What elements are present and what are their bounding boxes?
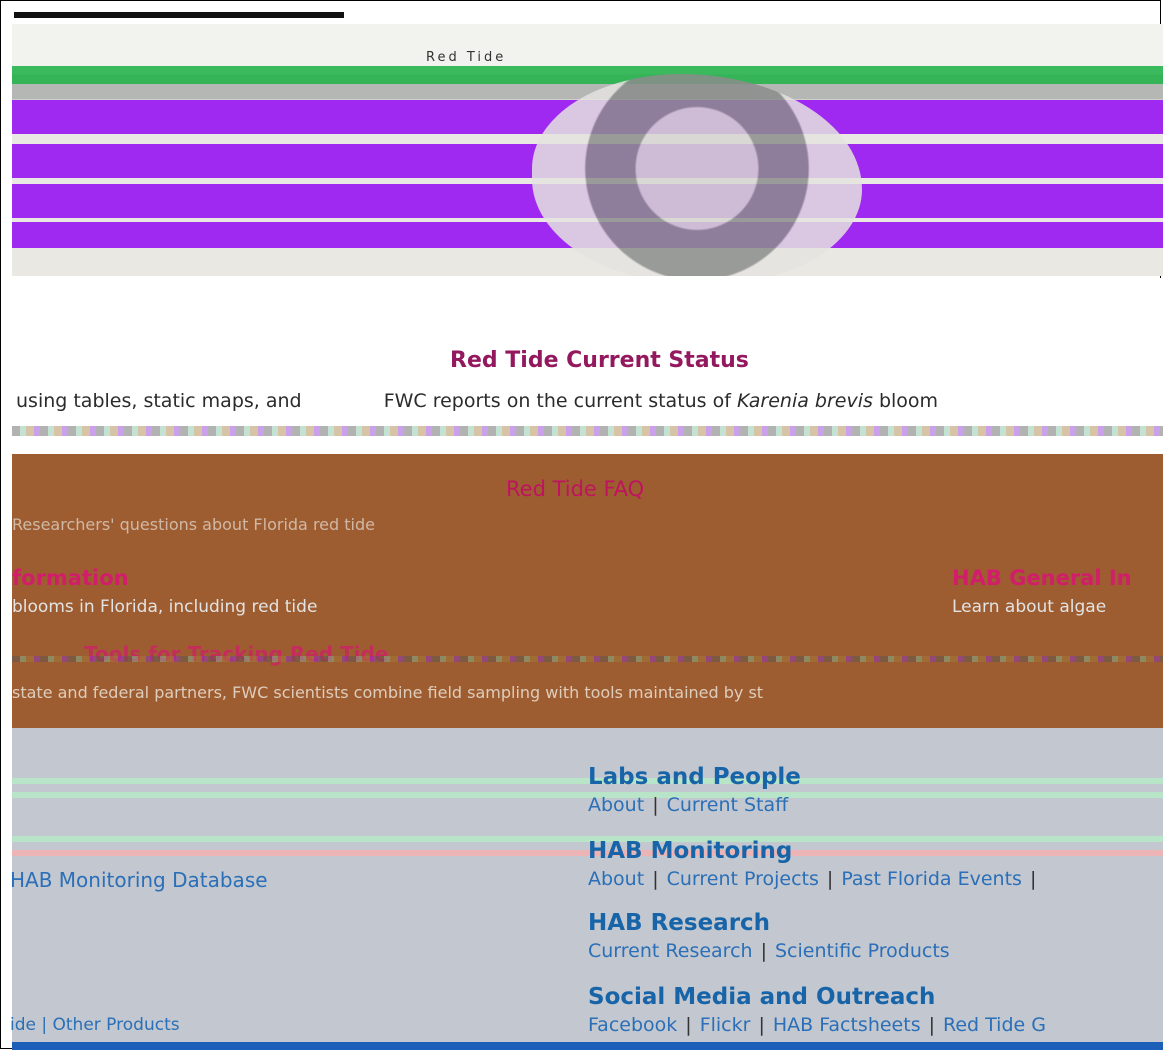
hab-info-description: blooms in Florida, including red tide — [12, 597, 318, 617]
link-separator: | — [1029, 868, 1037, 890]
faq-title[interactable]: Red Tide FAQ — [506, 477, 644, 501]
current-staff-link[interactable]: Current Staff — [667, 794, 789, 816]
about-link[interactable]: About — [588, 794, 644, 816]
hab-research-heading: HAB Research — [588, 910, 771, 936]
link-separator: | — [652, 868, 659, 890]
link-separator: | — [928, 1014, 936, 1036]
status-text-suffix: bloom — [872, 390, 939, 412]
link-separator: | — [652, 794, 659, 816]
status-text-prefix: using tables, static maps, and — [16, 390, 302, 412]
hab-general-description: Learn about algae — [952, 597, 1107, 617]
current-research-link[interactable]: Current Research — [588, 940, 753, 962]
facebook-link[interactable]: Facebook — [588, 1014, 677, 1036]
status-title[interactable]: Red Tide Current Status — [450, 348, 749, 373]
current-projects-link[interactable]: Current Projects — [667, 868, 819, 890]
about-link[interactable]: About — [588, 868, 644, 890]
status-description: using tables, static maps, and FWC repor… — [16, 390, 938, 412]
status-divider — [12, 426, 1163, 436]
status-text-main: FWC reports on the current status of — [383, 390, 737, 412]
link-separator: | — [758, 1014, 765, 1036]
social-media-links: Facebook | Flickr | HAB Factsheets | Red Tide … — [588, 1014, 1046, 1036]
hab-general-heading[interactable]: HAB General In — [952, 566, 1132, 590]
red-tide-guide-link[interactable]: Red Tide G — [943, 1014, 1046, 1036]
link-separator: | — [826, 868, 834, 890]
social-media-heading: Social Media and Outreach — [588, 984, 936, 1010]
labs-people-links: About | Current Staff — [588, 794, 788, 816]
top-bar — [14, 12, 344, 18]
hab-monitoring-links: About | Current Projects | Past Florida Even… — [588, 868, 1044, 890]
status-text-italic: Karenia brevis — [736, 390, 873, 412]
hab-factsheets-link[interactable]: HAB Factsheets — [773, 1014, 921, 1036]
faq-description: Researchers' questions about Florida red… — [12, 515, 375, 534]
hero-title: Red Tide — [426, 50, 507, 65]
hero-banner: Red Tide — [12, 24, 1163, 276]
hab-research-links: Current Research | Scientific Products — [588, 940, 950, 962]
tools-description: state and federal partners, FWC scientis… — [12, 683, 764, 702]
link-separator: | — [760, 940, 767, 962]
tools-divider — [12, 656, 1163, 662]
hab-info-heading[interactable]: formation — [12, 566, 129, 590]
hero-green-band — [12, 66, 1163, 84]
link-separator: | — [685, 1014, 692, 1036]
hab-monitoring-heading: HAB Monitoring — [588, 838, 793, 864]
past-florida-events-link[interactable]: Past Florida Events — [841, 868, 1022, 890]
labs-people-heading: Labs and People — [588, 764, 801, 790]
bottom-bar — [12, 1042, 1163, 1050]
flickr-link[interactable]: Flickr — [700, 1014, 751, 1036]
hab-monitoring-database-link[interactable]: HAB Monitoring Database — [10, 868, 268, 892]
scientific-products-link[interactable]: Scientific Products — [775, 940, 950, 962]
other-products-link[interactable]: ide | Other Products — [10, 1015, 180, 1035]
tools-title[interactable]: Tools for Tracking Red Tide — [84, 642, 388, 666]
